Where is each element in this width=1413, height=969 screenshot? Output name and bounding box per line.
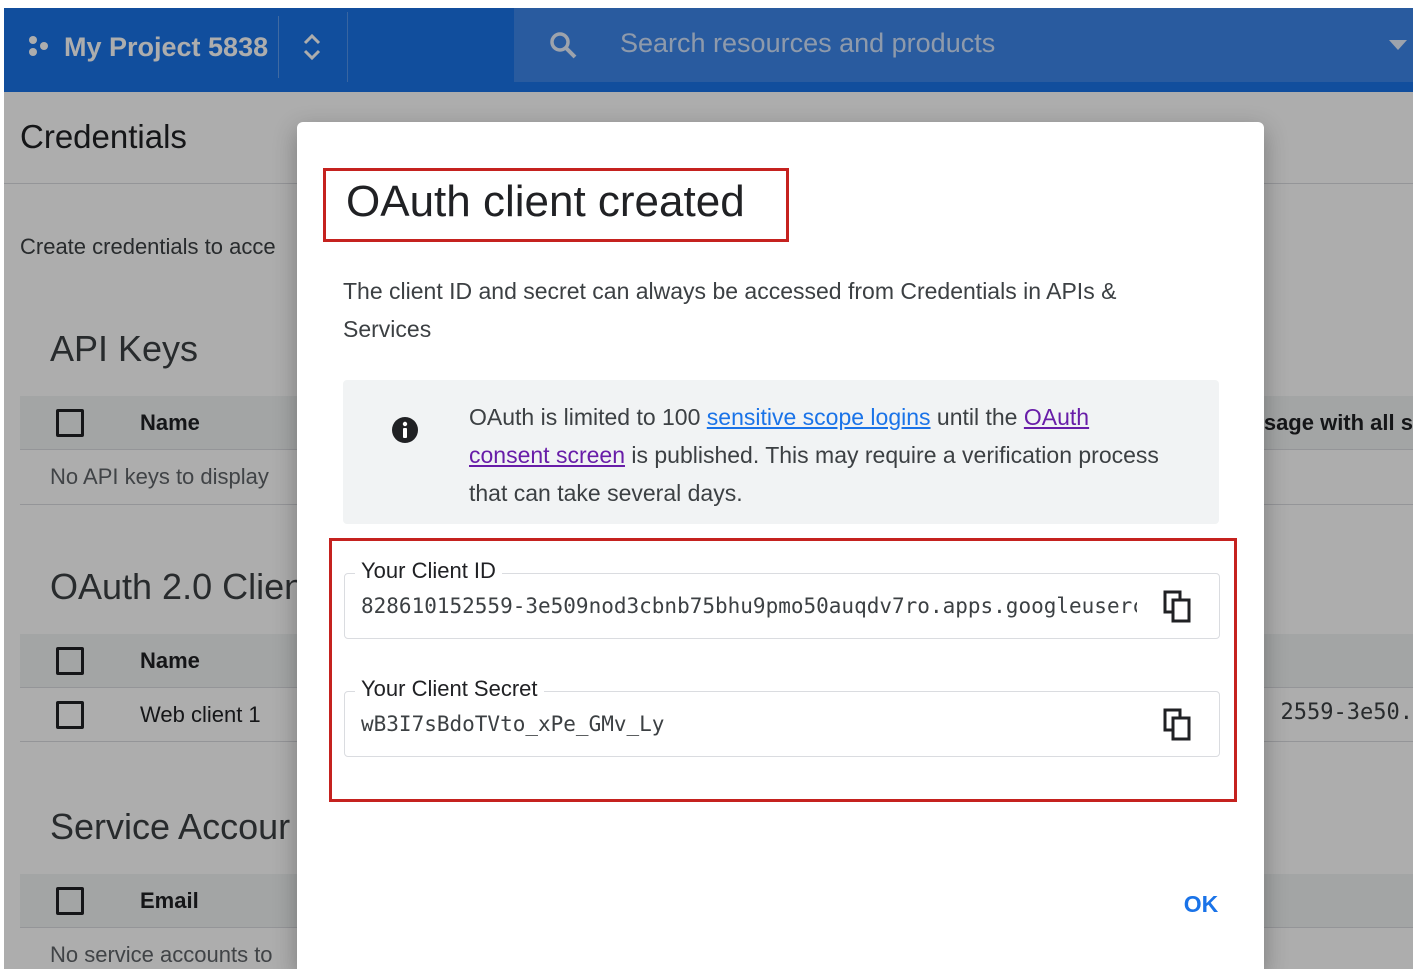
copy-icon[interactable] xyxy=(1163,590,1193,624)
highlight-box-credentials: Your Client ID 828610152559-3e509nod3cbn… xyxy=(329,538,1237,802)
dialog-description: The client ID and secret can always be a… xyxy=(343,278,1117,342)
info-text-part: OAuth is limited to 100 xyxy=(469,404,707,430)
client-secret-label: Your Client Secret xyxy=(355,676,544,702)
client-id-label: Your Client ID xyxy=(355,558,502,584)
info-icon xyxy=(392,417,418,443)
oauth-client-created-dialog: OAuth client created The client ID and s… xyxy=(297,122,1264,969)
dialog-title: OAuth client created xyxy=(346,177,745,226)
client-secret-value[interactable]: wB3I7sBdoTVto_xPe_GMv_Ly xyxy=(361,712,1137,736)
copy-icon[interactable] xyxy=(1163,708,1193,742)
client-id-value[interactable]: 828610152559-3e509nod3cbnb75bhu9pmo50auq… xyxy=(361,594,1137,618)
info-text-part: until the xyxy=(930,404,1024,430)
info-banner: OAuth is limited to 100 sensitive scope … xyxy=(343,380,1219,524)
highlight-box-title: OAuth client created xyxy=(323,168,789,242)
ok-button[interactable]: OK xyxy=(1167,878,1235,930)
sensitive-scope-logins-link[interactable]: sensitive scope logins xyxy=(707,404,931,430)
info-text: OAuth is limited to 100 sensitive scope … xyxy=(469,398,1169,512)
client-secret-field[interactable]: Your Client Secret wB3I7sBdoTVto_xPe_GMv… xyxy=(344,676,1220,757)
client-id-field[interactable]: Your Client ID 828610152559-3e509nod3cbn… xyxy=(344,558,1220,639)
